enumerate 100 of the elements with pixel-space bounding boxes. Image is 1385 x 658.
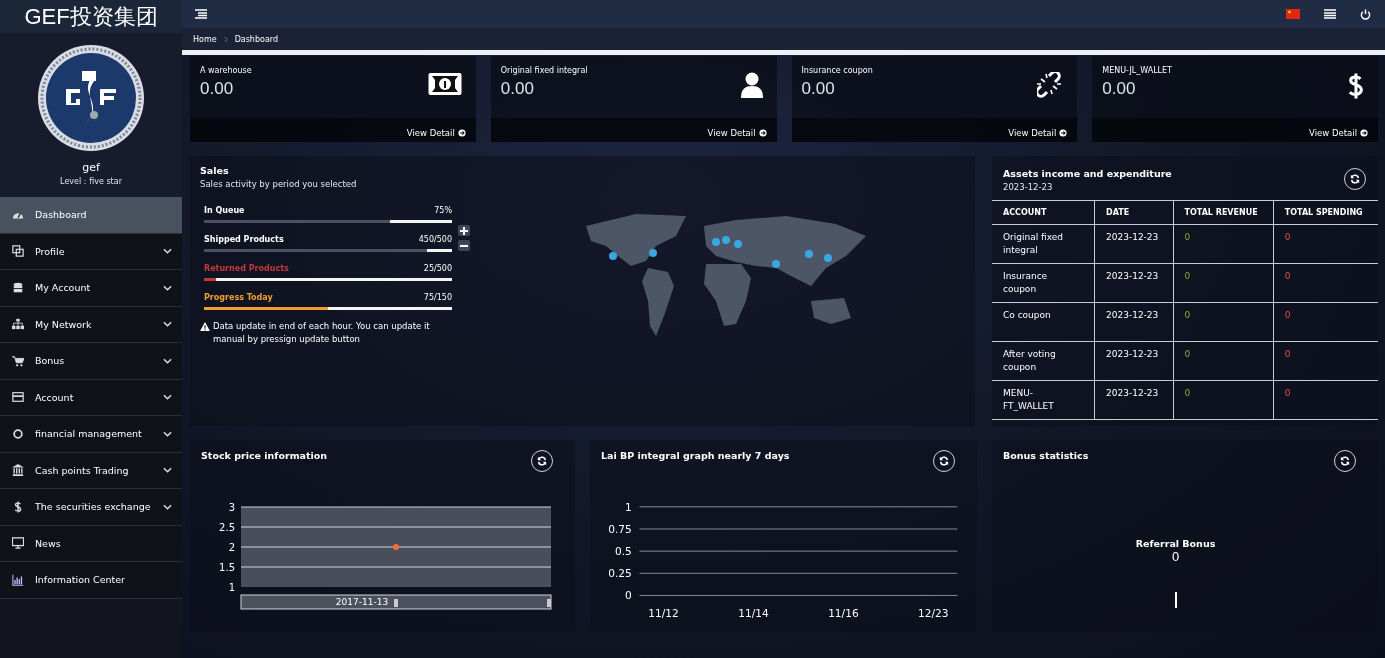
refresh-icon — [1350, 174, 1360, 184]
x-tick-label: 12/23 — [918, 606, 949, 619]
sidebar-item[interactable]: Account — [0, 379, 182, 416]
sidebar-item[interactable]: Information Center — [0, 562, 182, 599]
sidebar-item[interactable]: Profile — [0, 233, 182, 270]
x-tick-label: 11/16 — [828, 606, 859, 619]
user-icon — [740, 72, 763, 98]
x-tick-label: 2017-11-13 — [335, 597, 389, 607]
column-header: TOTAL SPENDING — [1273, 200, 1378, 225]
table-cell: 0 — [1173, 341, 1274, 381]
table-cell: After voting coupon — [992, 341, 1095, 381]
sidebar-item[interactable]: The securities exchange — [0, 489, 182, 526]
refresh-icon — [537, 456, 547, 466]
arrow-circle-icon — [758, 129, 767, 137]
sitemap-icon — [12, 318, 24, 331]
database-icon — [12, 281, 24, 294]
progress-label: Shipped Products — [204, 235, 284, 244]
table-cell: 0 — [1273, 302, 1378, 342]
table-cell: 0 — [1173, 224, 1274, 264]
y-tick-label: 0.75 — [608, 522, 632, 535]
user-name: gef — [82, 161, 100, 174]
table-cell: 0 — [1273, 224, 1378, 264]
progress-reading: 25/500 — [423, 264, 452, 273]
sidebar-item[interactable]: financial management — [0, 416, 182, 453]
table-cell: 2023-12-23 — [1094, 341, 1174, 381]
power-icon[interactable] — [1360, 8, 1371, 20]
arrow-circle-icon — [457, 129, 466, 137]
table-cell: MENU-FT_WALLET — [992, 380, 1095, 420]
bar-chart-icon — [12, 573, 24, 586]
panel-subtitle: Sales activity by period you selected — [200, 179, 358, 189]
x-tick-label: 11/14 — [738, 606, 769, 619]
view-detail-link[interactable]: View Detail — [1008, 122, 1068, 138]
stat-value: 0.00 — [200, 79, 235, 99]
brand-title: GEF投资集团 — [0, 0, 182, 33]
progress-label: Progress Today — [204, 293, 273, 302]
panel-title: Lai BP integral graph nearly 7 days — [601, 450, 790, 461]
y-tick-label: 0.25 — [608, 567, 632, 580]
panel-title: Assets income and expenditure — [1003, 168, 1172, 179]
bonus-value: 0 — [1171, 549, 1180, 564]
stat-value: 0.00 — [1102, 79, 1137, 99]
copy-icon — [12, 245, 24, 258]
table-cell: Original fixed integral — [992, 224, 1095, 264]
sidebar-item[interactable]: Cash points Trading — [0, 452, 182, 489]
range-slider[interactable] — [240, 594, 552, 610]
arrow-circle-icon — [1360, 129, 1368, 137]
stat-label: A warehouse — [200, 66, 252, 75]
view-detail-link[interactable]: View Detail — [707, 122, 767, 138]
breadcrumb-link[interactable]: Home — [193, 34, 217, 44]
sidebar-item[interactable]: Dashboard — [0, 197, 182, 234]
table-cell: 0 — [1173, 263, 1274, 303]
stat-label: MENU-JL_WALLET — [1102, 66, 1172, 75]
zoom-in-button[interactable] — [458, 225, 470, 236]
table-cell: 0 — [1273, 380, 1378, 420]
y-tick-label: 0.5 — [615, 545, 632, 557]
sidebar-item[interactable]: News — [0, 525, 182, 562]
column-header: TOTAL REVENUE — [1173, 200, 1274, 225]
table-cell: 2023-12-23 — [1094, 224, 1174, 264]
stat-value: 0.00 — [801, 79, 836, 99]
warning-icon — [200, 322, 210, 331]
bonus-label: Referral Bonus — [1135, 538, 1216, 549]
panel-date: 2023-12-23 — [1003, 182, 1054, 192]
panel-title: Sales — [200, 165, 230, 176]
table-cell: 2023-12-23 — [1094, 302, 1174, 342]
progress-label: Returned Products — [204, 264, 289, 273]
column-header: DATE — [1094, 200, 1174, 225]
sidebar-item[interactable]: My Account — [0, 270, 182, 307]
table-cell: 0 — [1173, 380, 1274, 420]
refresh-icon — [939, 456, 949, 466]
y-tick-label: 2 — [228, 542, 235, 553]
y-tick-label: 1.5 — [219, 562, 235, 573]
progress-label: In Queue — [204, 206, 245, 215]
banknote-icon — [427, 72, 462, 96]
list-icon[interactable] — [1324, 9, 1336, 19]
gauge-needle — [1174, 592, 1177, 608]
progress-reading: 75% — [434, 206, 452, 215]
table-cell: Insurance coupon — [992, 263, 1095, 303]
panel-title: Bonus statistics — [1003, 450, 1089, 461]
view-detail-link[interactable]: View Detail — [406, 122, 466, 138]
arrow-circle-icon — [1059, 129, 1068, 137]
sidebar-item[interactable]: My Network — [0, 306, 182, 343]
menu-icon[interactable] — [195, 9, 207, 19]
plus-icon — [460, 226, 468, 235]
panel-title: Stock price information — [201, 450, 328, 461]
monitor-icon — [12, 537, 24, 550]
bank-icon — [12, 464, 24, 477]
cart-icon — [12, 354, 24, 367]
x-tick-label: 11/12 — [648, 606, 679, 619]
sidebar-item[interactable]: Bonus — [0, 343, 182, 380]
zoom-out-button[interactable] — [458, 240, 470, 251]
note-text: Data update in end of each hour. You can update it manual by pressign update button — [213, 320, 431, 346]
y-tick-label: 2.5 — [219, 522, 235, 533]
stat-label: Insurance coupon — [801, 66, 873, 75]
progress-reading: 450/500 — [418, 235, 452, 244]
dollar-icon — [1348, 72, 1364, 100]
logo-icon — [36, 43, 146, 153]
view-detail-link[interactable]: View Detail — [1309, 122, 1368, 138]
column-header: ACCOUNT — [992, 200, 1095, 225]
user-level: Level：five star — [60, 176, 122, 187]
dollar-icon — [12, 500, 24, 513]
y-tick-label: 3 — [228, 502, 235, 513]
